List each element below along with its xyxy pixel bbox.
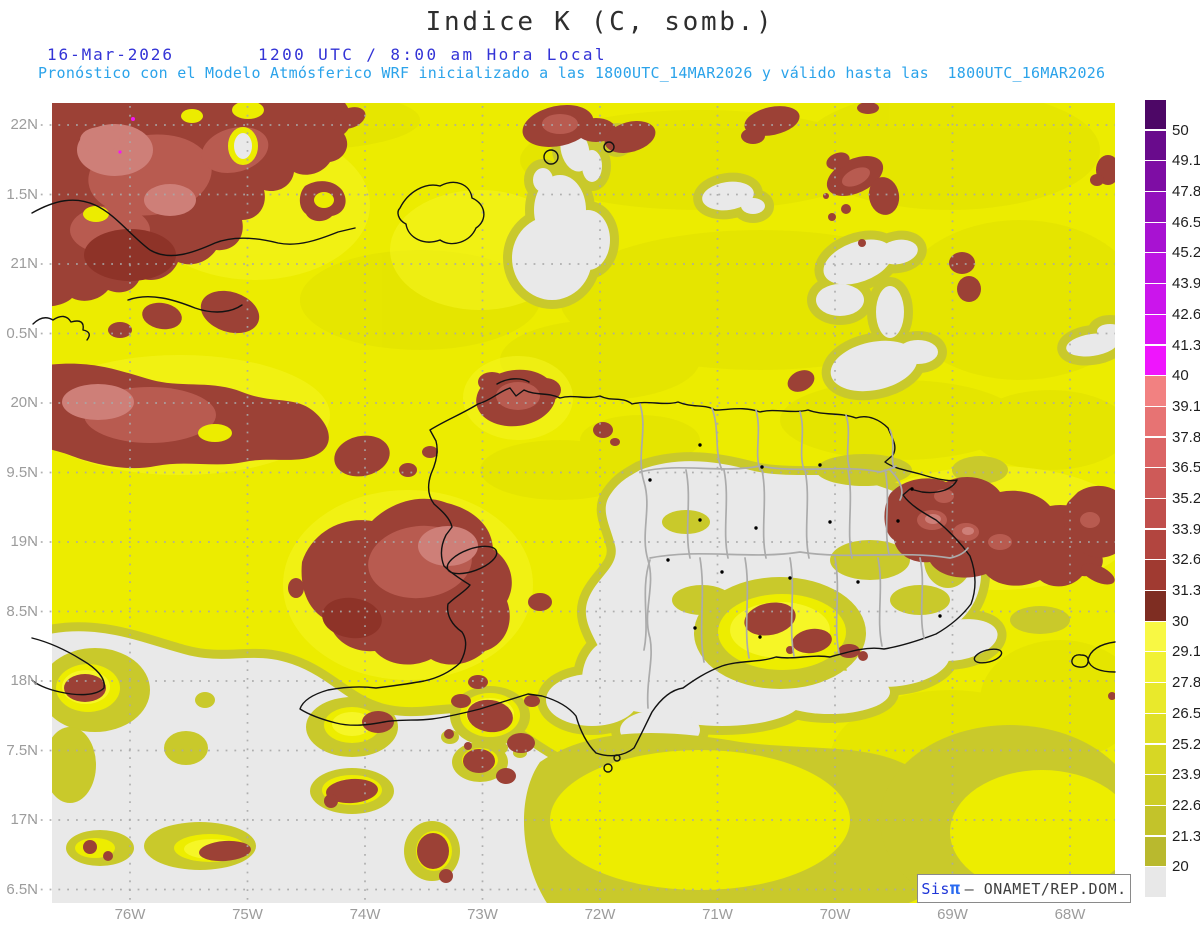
colorbar-cell bbox=[1145, 222, 1166, 253]
colorbar-cell bbox=[1145, 499, 1166, 529]
colorbar-cell bbox=[1145, 836, 1166, 867]
colorbar-cell bbox=[1145, 192, 1166, 222]
colorbar-cell bbox=[1145, 652, 1166, 682]
map-svg bbox=[31, 103, 1116, 903]
sispi-onamet-label: Sis π – ONAMET/REP.DOM. bbox=[917, 874, 1131, 903]
colorbar-tick-label: 26.5 bbox=[1172, 704, 1200, 722]
x-axis-label: 76W bbox=[114, 906, 146, 923]
y-axis-label: 1.5N bbox=[6, 185, 38, 203]
colorbar-tick-label: 29.1 bbox=[1172, 643, 1200, 661]
colorbar-cell bbox=[1145, 621, 1166, 652]
map-fill-layer bbox=[52, 103, 1115, 903]
y-axis-label: 9.5N bbox=[6, 463, 38, 481]
page-title: Indice K (C, somb.) bbox=[425, 7, 775, 37]
colorbar-cell bbox=[1145, 775, 1166, 805]
colorbar-cell bbox=[1145, 805, 1166, 836]
y-axis-label: 18N bbox=[10, 672, 38, 689]
colorbar-tick-label: 27.8 bbox=[1172, 674, 1200, 692]
colorbar-tick-label: 35.2 bbox=[1172, 490, 1200, 507]
colorbar-cell bbox=[1145, 161, 1166, 191]
x-axis-label: 72W bbox=[584, 906, 616, 923]
colorbar-tick-label: 47.8 bbox=[1172, 183, 1200, 201]
colorbar-tick-label: 45.2 bbox=[1172, 244, 1200, 262]
colorbar-tick-label: 20 bbox=[1172, 858, 1189, 876]
colorbar-tick-label: 30 bbox=[1172, 612, 1189, 630]
colorbar-cell bbox=[1145, 406, 1166, 437]
colorbar-tick-label: 42.6 bbox=[1172, 305, 1200, 323]
gray-notch-in-red bbox=[228, 127, 258, 165]
colorbar-tick-label: 37.8 bbox=[1172, 428, 1200, 446]
y-axis-label: 7.5N bbox=[6, 741, 38, 759]
y-axis-label: 6.5N bbox=[6, 880, 38, 898]
y-axis-label: 19N bbox=[10, 533, 38, 550]
colorbar-cell bbox=[1145, 560, 1166, 590]
y-axis-label: 22N bbox=[10, 116, 38, 133]
colorbar-tick-label: 39.1 bbox=[1172, 397, 1200, 415]
colorbar-tick-label: 33.9 bbox=[1172, 520, 1200, 538]
time-label: 1200 UTC / 8:00 am Hora Local bbox=[258, 45, 607, 64]
colorbar-cell bbox=[1145, 100, 1166, 130]
colorbar-tick-label: 41.3 bbox=[1172, 336, 1200, 354]
colorbar-cell bbox=[1145, 683, 1166, 713]
colorbar-cell bbox=[1145, 284, 1166, 314]
colorbar-tick-label: 23.9 bbox=[1172, 766, 1200, 784]
y-axis-label: 21N bbox=[10, 255, 38, 272]
colorbar-tick-label: 40 bbox=[1172, 367, 1189, 385]
colorbar-tick-label: 36.5 bbox=[1172, 459, 1200, 477]
weather-map-page: Indice K (C, somb.) 16-Mar-2026 1200 UTC… bbox=[0, 0, 1200, 927]
y-axis-label: 8.5N bbox=[6, 602, 38, 620]
date-label: 16-Mar-2026 bbox=[47, 45, 174, 64]
colorbar-cell bbox=[1145, 376, 1166, 406]
colorbar-tick-label: 22.6 bbox=[1172, 796, 1200, 814]
colorbar-tick-label: 21.3 bbox=[1172, 827, 1200, 845]
colorbar-cell bbox=[1145, 591, 1166, 621]
colorbar-tick-label: 31.3 bbox=[1172, 582, 1200, 600]
colorbar-tick-label: 50 bbox=[1172, 121, 1189, 139]
colorbar-tick-label: 32.6 bbox=[1172, 551, 1200, 569]
x-axis-label: 70W bbox=[819, 906, 851, 923]
x-axis-label: 75W bbox=[232, 906, 263, 923]
x-axis-label: 68W bbox=[1054, 906, 1086, 923]
pi-icon: π bbox=[949, 878, 961, 899]
y-axis-label: 20N bbox=[10, 394, 38, 411]
x-axis-label: 74W bbox=[349, 906, 381, 923]
colorbar-tick-label: 25.2 bbox=[1172, 735, 1200, 753]
onamet-credit-text: – ONAMET/REP.DOM. bbox=[964, 879, 1127, 898]
colorbar-tick-label: 49.1 bbox=[1172, 152, 1200, 170]
colorbar-tick-label: 43.9 bbox=[1172, 275, 1200, 293]
forecast-label: Pronóstico con el Modelo Atmósferico WRF… bbox=[38, 64, 1106, 82]
y-axis-label: 17N bbox=[10, 811, 38, 828]
colorbar-tick-label: 46.5 bbox=[1172, 213, 1200, 231]
x-axis-label: 71W bbox=[702, 906, 733, 923]
colorbar-cell bbox=[1145, 314, 1166, 345]
colorbar-cell bbox=[1145, 867, 1166, 897]
colorbar-cell bbox=[1145, 345, 1166, 376]
sispi-logo-text: Sis bbox=[921, 879, 950, 898]
x-axis-label: 73W bbox=[467, 906, 498, 923]
x-axis-label: 69W bbox=[937, 906, 968, 923]
colorbar-cell bbox=[1145, 130, 1166, 161]
colorbar-cell bbox=[1145, 253, 1166, 283]
colorbar-cell bbox=[1145, 529, 1166, 560]
colorbar-cell bbox=[1145, 468, 1166, 498]
colorbar-cell bbox=[1145, 713, 1166, 744]
colorbar-cell bbox=[1145, 437, 1166, 468]
colorbar-cell bbox=[1145, 744, 1166, 775]
y-axis-label: 0.5N bbox=[6, 324, 38, 342]
